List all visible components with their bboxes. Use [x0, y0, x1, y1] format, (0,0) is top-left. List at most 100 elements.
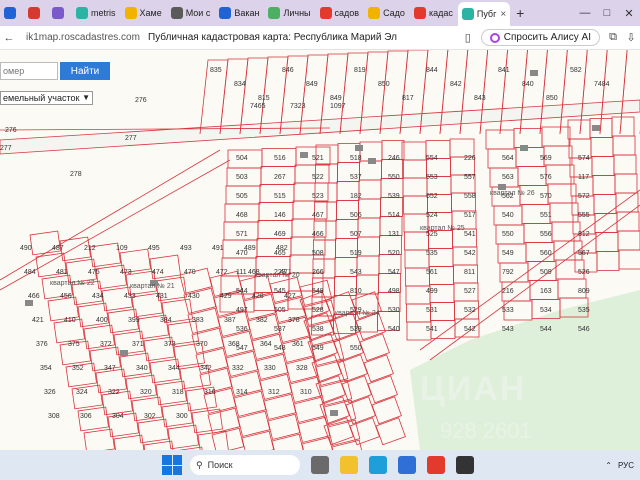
- parcel-number: 522: [312, 174, 324, 181]
- parcel-number: 495: [148, 245, 160, 252]
- parcel-boundary: [617, 230, 640, 251]
- browser-tab[interactable]: Садо: [364, 2, 409, 24]
- parcel-boundary: [618, 249, 640, 270]
- parcel-number: 543: [502, 326, 514, 333]
- parcel-number: 849: [306, 81, 318, 88]
- parcel-number: 324: [76, 389, 88, 396]
- parcel-number: 361: [292, 341, 304, 348]
- files-icon[interactable]: [340, 456, 358, 474]
- tab-label: садов: [334, 8, 360, 18]
- tab-favicon-icon: [4, 7, 16, 19]
- parcel-number: 212: [84, 245, 96, 252]
- copy-icon[interactable]: ⧉: [604, 31, 622, 44]
- close-window-icon[interactable]: ✕: [618, 7, 640, 20]
- find-button[interactable]: Найти: [60, 62, 110, 80]
- parcel-number: 536: [236, 326, 248, 333]
- tab-label: Мои с: [185, 8, 211, 18]
- close-icon[interactable]: ×: [500, 9, 506, 20]
- browser-tab[interactable]: кадас: [410, 2, 457, 24]
- parcel-number: 576: [540, 174, 552, 181]
- parcel-number: 308: [48, 413, 60, 420]
- download-icon[interactable]: ⇩: [622, 31, 640, 44]
- store-icon[interactable]: [398, 456, 416, 474]
- bookmark-icon[interactable]: ▯: [459, 31, 477, 44]
- parcel-number: 541: [426, 326, 438, 333]
- window-controls: — □ ✕: [574, 7, 640, 20]
- yandex-browser-icon[interactable]: [427, 456, 445, 474]
- browser-tab[interactable]: Вакан: [215, 2, 263, 24]
- browser-tab[interactable]: Пубг ×: [457, 2, 511, 26]
- parcel-number: 320: [140, 389, 152, 396]
- building-marker: [368, 158, 376, 164]
- parcel-boundary: [241, 430, 275, 450]
- browser-tab[interactable]: [48, 2, 71, 24]
- parcel-boundary: [271, 433, 305, 450]
- parcel-number: 368: [228, 341, 240, 348]
- parcel-number: 572: [578, 193, 590, 200]
- parcel-number: 549: [502, 250, 514, 257]
- parcel-number: 468: [236, 212, 248, 219]
- url-field[interactable]: ik1map.roscadastres.com: [18, 32, 148, 43]
- parcel-number: 563: [502, 174, 514, 181]
- parcel-number: 340: [136, 365, 148, 372]
- taskbar-search[interactable]: ⚲ Поиск: [190, 455, 300, 475]
- address-bar: ← ik1map.roscadastres.com Публичная када…: [0, 26, 640, 50]
- alice-button[interactable]: Спросить Алису AI: [480, 29, 600, 46]
- browser-tab[interactable]: [24, 2, 47, 24]
- parcel-number: 328: [296, 365, 308, 372]
- parcel-number: 849: [330, 95, 342, 102]
- parcel-number: 304: [112, 413, 124, 420]
- search-icon: ⚲: [196, 459, 203, 470]
- parcel-number: 364: [260, 341, 272, 348]
- parcel-number: 552: [426, 193, 438, 200]
- cadastral-map[interactable]: 835 834 815 846 849 849 819 850 817 844 842 843 841 8…: [0, 50, 640, 450]
- edge-icon[interactable]: [369, 456, 387, 474]
- parcel-number: 521: [312, 155, 324, 162]
- building-marker: [592, 125, 600, 131]
- parcel-number: 543: [350, 269, 362, 276]
- parcel-boundary: [549, 202, 579, 223]
- parcel-number: 509: [540, 269, 552, 276]
- browser-tab[interactable]: metris: [72, 2, 120, 24]
- browser-tab[interactable]: садов: [316, 2, 364, 24]
- object-type-select[interactable]: емельный участок ▼: [0, 91, 93, 105]
- new-tab-button[interactable]: +: [511, 5, 529, 21]
- parcel-number: 387: [224, 317, 236, 324]
- minimize-icon[interactable]: —: [574, 7, 596, 20]
- parcel-number: 850: [546, 95, 558, 102]
- tab-label: Личны: [283, 8, 311, 18]
- browser-tab[interactable]: Личны: [264, 2, 314, 24]
- parcel-number: 421: [32, 317, 44, 324]
- parcel-number: 515: [274, 193, 286, 200]
- tab-label: Вакан: [234, 8, 260, 18]
- tab-favicon-icon: [76, 7, 88, 19]
- parcel-number: 484: [24, 269, 36, 276]
- browser-tab[interactable]: Мои с: [167, 2, 215, 24]
- parcel-number: 246: [388, 155, 400, 162]
- terminal-icon[interactable]: [456, 456, 474, 474]
- cadastral-search-input[interactable]: [0, 62, 58, 80]
- parcel-number: 370: [196, 341, 208, 348]
- browser-tab[interactable]: Хаме: [121, 2, 166, 24]
- task-view-icon[interactable]: [311, 456, 329, 474]
- parcel-number: 400: [96, 317, 108, 324]
- parcel-number: 278: [70, 171, 82, 178]
- maximize-icon[interactable]: □: [596, 7, 618, 20]
- back-icon[interactable]: ←: [0, 32, 18, 44]
- parcel-number: 302: [144, 413, 156, 420]
- parcel-number: 570: [540, 193, 552, 200]
- parcel-number: 467: [312, 212, 324, 219]
- browser-tab[interactable]: [0, 2, 23, 24]
- chevron-up-icon[interactable]: ⌃: [605, 461, 612, 470]
- parcel-number: 524: [426, 212, 438, 219]
- parcel-number: 433: [124, 293, 136, 300]
- building-marker: [530, 70, 538, 76]
- parcel-number: 530: [388, 307, 400, 314]
- tab-favicon-icon: [170, 7, 183, 19]
- windows-start-icon[interactable]: [162, 455, 182, 475]
- language-indicator[interactable]: РУС: [618, 461, 634, 470]
- parcel-number: 815: [258, 95, 270, 102]
- parcel-map-canvas[interactable]: 835 834 815 846 849 849 819 850 817 844 842 843 841 8…: [0, 50, 640, 450]
- parcel-number: 474: [152, 269, 164, 276]
- parcel-boundary: [591, 156, 615, 176]
